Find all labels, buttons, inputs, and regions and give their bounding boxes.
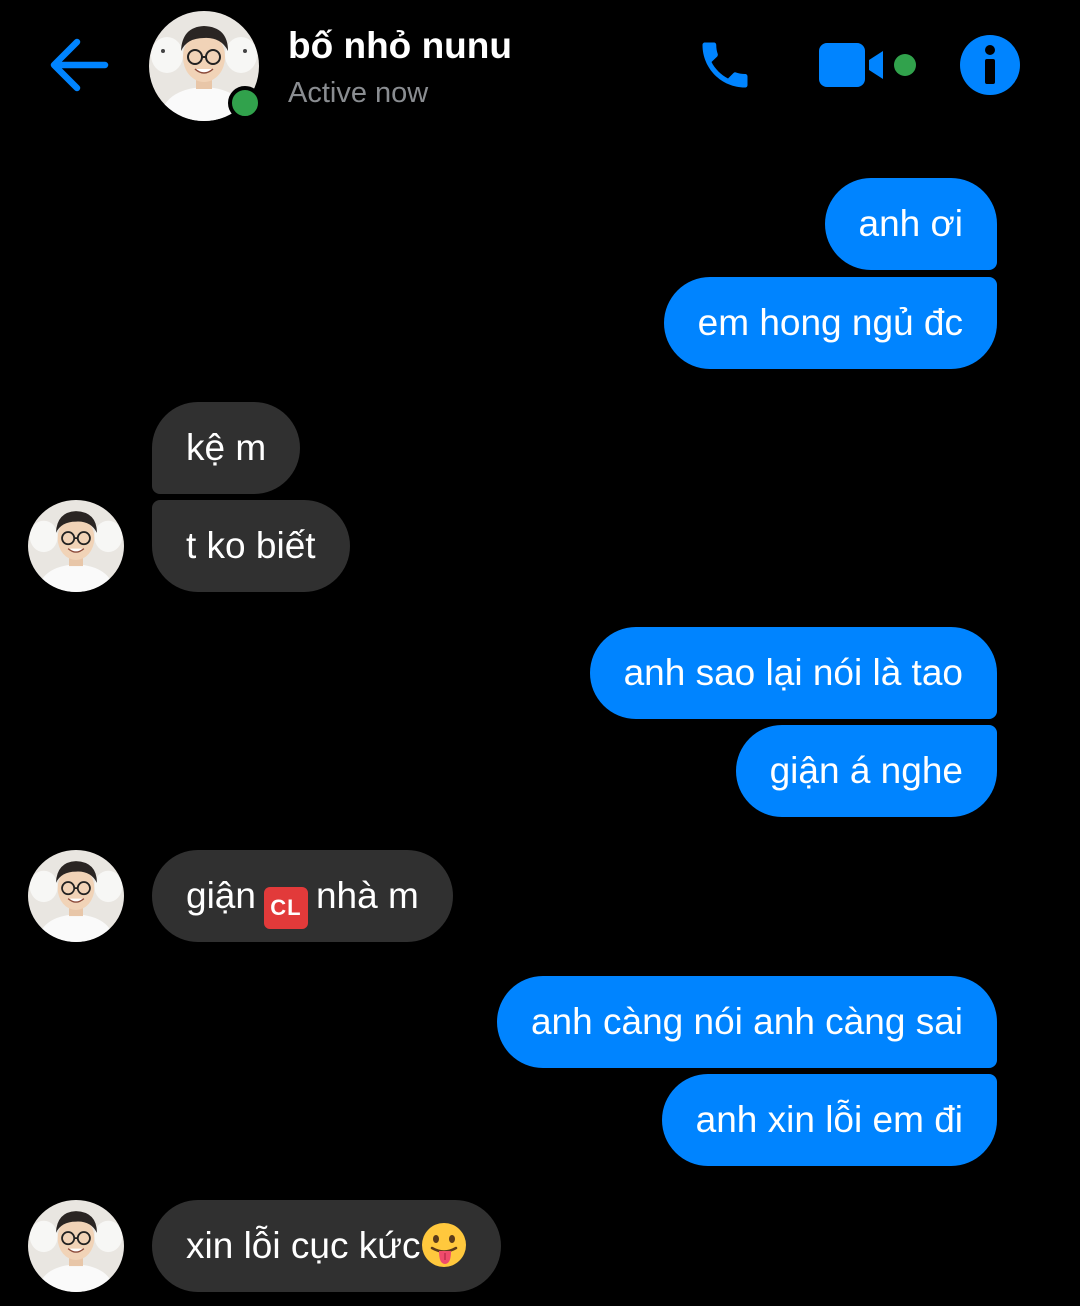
contact-avatar[interactable] [149,11,262,121]
message-row: t ko biết [0,500,1080,592]
message-row: giận á nghe [0,725,1080,817]
sender-avatar[interactable] [28,500,124,592]
outgoing-message[interactable]: anh sao lại nói là tao [589,627,997,719]
phone-icon [702,42,748,88]
message-row: anh càng nói anh càng sai [0,976,1080,1068]
info-button[interactable] [955,30,1025,100]
outgoing-message[interactable]: anh ơi [824,178,997,270]
video-camera-icon [819,43,916,87]
sender-avatar[interactable] [28,850,124,942]
incoming-message[interactable]: kệ m [152,402,301,494]
sender-avatar[interactable] [28,1200,124,1292]
back-button[interactable] [42,30,114,100]
incoming-message[interactable]: giận CL nhà m [152,850,453,942]
message-row: xin lỗi cục kức [0,1200,1080,1292]
incoming-message[interactable]: xin lỗi cục kức [152,1200,501,1292]
message-text: xin lỗi cục kức [186,1225,421,1266]
contact-name[interactable]: bố nhỏ nunu [288,24,512,68]
message-text: giận [186,875,256,916]
message-row: anh sao lại nói là tao [0,627,1080,719]
message-text: nhà m [315,875,419,916]
message-row: em hong ngủ đc [0,277,1080,369]
active-status: Active now [288,77,429,109]
message-row: giận CL nhà m [0,850,1080,942]
cl-emoji-icon: CL [263,887,308,929]
message-row: kệ m [0,402,1080,494]
outgoing-message[interactable]: giận á nghe [735,725,997,817]
arrow-left-icon [50,38,109,92]
outgoing-message[interactable]: em hong ngủ đc [663,277,997,369]
info-icon [960,35,1020,95]
voice-call-button[interactable] [690,30,760,100]
chat-header: bố nhỏ nunu Active now [0,0,1080,135]
outgoing-message[interactable]: anh càng nói anh càng sai [496,976,997,1068]
online-status-dot [228,86,262,120]
video-call-button[interactable] [810,30,920,100]
message-row: anh xin lỗi em đi [0,1074,1080,1166]
face-with-tongue-emoji-icon [421,1223,466,1267]
message-row: anh ơi [0,178,1080,270]
incoming-message[interactable]: t ko biết [152,500,350,592]
outgoing-message[interactable]: anh xin lỗi em đi [661,1074,997,1166]
